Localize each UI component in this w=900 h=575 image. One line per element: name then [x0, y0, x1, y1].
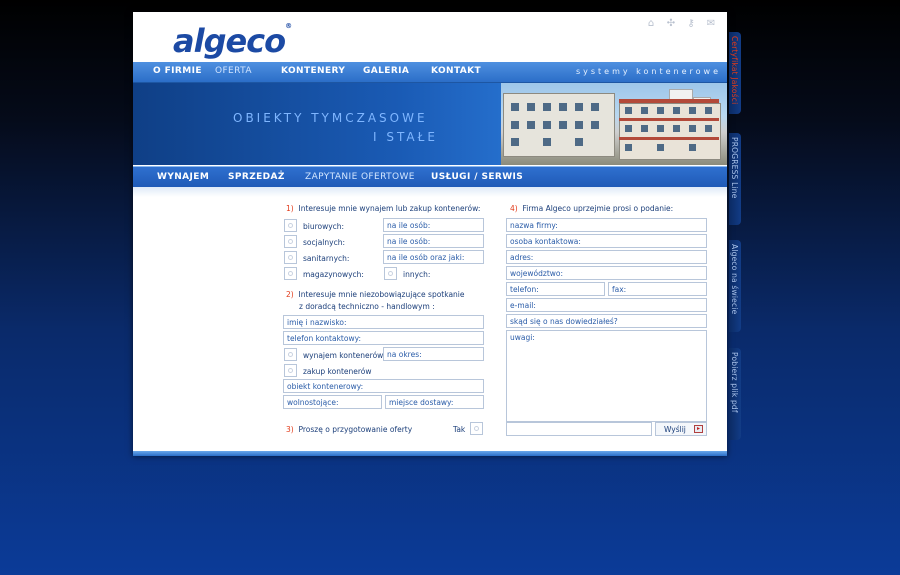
- nav-kontakt[interactable]: KONTAKT: [431, 66, 481, 76]
- nav-oferta[interactable]: OFERTA: [215, 66, 252, 76]
- input-imie-nazwisko[interactable]: imię i nazwisko:: [283, 315, 484, 329]
- side-tab-algeco-na-swiecie[interactable]: Algeco na świecie: [729, 240, 741, 332]
- nav-galeria[interactable]: GALERIA: [363, 66, 409, 76]
- checkbox-innych[interactable]: [384, 267, 397, 280]
- input-email[interactable]: e-mail:: [506, 298, 707, 312]
- label-zakup-kontenerow: zakup kontenerów: [303, 367, 372, 376]
- algeco-logo[interactable]: algeco®: [173, 22, 292, 60]
- subnav-wynajem[interactable]: WYNAJEM: [157, 172, 209, 182]
- label-innych: innych:: [403, 270, 431, 279]
- input-wolnostojace[interactable]: wolnostojące:: [283, 395, 382, 409]
- input-fax[interactable]: fax:: [608, 282, 707, 296]
- subnav-uslugi-serwis[interactable]: USŁUGI / SERWIS: [431, 172, 523, 182]
- send-button[interactable]: Wyślij ▸: [655, 422, 707, 436]
- key-icon[interactable]: ⚷: [685, 18, 697, 29]
- input-obiekt-kontenerowy[interactable]: obiekt kontenerowy:: [283, 379, 484, 393]
- input-biurowych-osob[interactable]: na ile osób:: [383, 218, 484, 232]
- label-socjalnych: socjalnych:: [303, 238, 345, 247]
- input-sanitarnych-osob[interactable]: na ile osób oraz jaki:: [383, 250, 484, 264]
- input-socjalnych-osob[interactable]: na ile osób:: [383, 234, 484, 248]
- checkbox-zakup-kontenerow[interactable]: [284, 364, 297, 377]
- container-building-photo: [501, 83, 727, 165]
- form-area: 1) Interesuje mnie wynajem lub zakup kon…: [133, 187, 727, 451]
- tagline: systemy kontenerowe: [575, 67, 721, 76]
- nav-o-firmie[interactable]: O FIRMIE: [153, 66, 202, 76]
- checkbox-biurowych[interactable]: [284, 219, 297, 232]
- mail-icon[interactable]: ✉: [705, 18, 717, 29]
- label-wynajem-kontenerow: wynajem kontenerów: [303, 351, 384, 360]
- section-1-heading: 1) Interesuje mnie wynajem lub zakup kon…: [286, 204, 481, 213]
- section-2-heading-line-2: z doradcą techniczno - handlowym :: [299, 302, 435, 311]
- input-adres[interactable]: adres:: [506, 250, 707, 264]
- checkbox-magazynowych[interactable]: [284, 267, 297, 280]
- side-tab-certyfikat[interactable]: Certyfikat Jakości: [729, 32, 741, 114]
- nav-kontenery[interactable]: KONTENERY: [281, 66, 345, 76]
- label-sanitarnych: sanitarnych:: [303, 254, 350, 263]
- subnav-sprzedaz[interactable]: SPRZEDAŻ: [228, 172, 285, 182]
- subnav-zapytanie-ofertowe[interactable]: ZAPYTANIE OFERTOWE: [305, 172, 415, 182]
- section-2-heading: 2) Interesuje mnie niezobowiązujące spot…: [286, 290, 465, 299]
- input-nazwa-firmy[interactable]: nazwa firmy:: [506, 218, 707, 232]
- side-tab-progress-line[interactable]: PROGRESS Line: [729, 133, 741, 225]
- sitemap-icon[interactable]: ✣: [665, 18, 677, 29]
- textarea-uwagi[interactable]: uwagi:: [506, 330, 707, 422]
- banner: OBIEKTY TYMCZASOWE I STAŁE: [133, 83, 727, 165]
- input-miejsce-dostawy[interactable]: miejsce dostawy:: [385, 395, 484, 409]
- section-3-heading: 3) Proszę o przygotowanie oferty: [286, 425, 413, 434]
- checkbox-wynajem-kontenerow[interactable]: [284, 348, 297, 361]
- page-container: algeco® ⌂ ✣ ⚷ ✉ O FIRMIE OFERTA KONTENER…: [133, 12, 727, 456]
- checkbox-socjalnych[interactable]: [284, 235, 297, 248]
- input-wojewodztwo[interactable]: województwo:: [506, 266, 707, 280]
- input-osoba-kontaktowa[interactable]: osoba kontaktowa:: [506, 234, 707, 248]
- top-navigation: O FIRMIE OFERTA KONTENERY GALERIA KONTAK…: [133, 62, 727, 83]
- banner-line-2: I STAŁE: [373, 130, 438, 144]
- arrow-right-icon: ▸: [694, 425, 703, 433]
- section-4-heading: 4) Firma Algeco uprzejmie prosi o podani…: [510, 204, 674, 213]
- input-skad-sie-dowiedziales[interactable]: skąd się o nas dowiedziałeś?: [506, 314, 707, 328]
- bottom-strip: [133, 451, 727, 456]
- home-icon[interactable]: ⌂: [645, 18, 657, 29]
- side-tab-pobierz-pdf[interactable]: Pobierz plik pdf: [729, 348, 741, 440]
- input-captcha[interactable]: [506, 422, 652, 436]
- banner-line-1: OBIEKTY TYMCZASOWE: [233, 111, 428, 125]
- checkbox-sanitarnych[interactable]: [284, 251, 297, 264]
- label-tak: Tak: [453, 425, 466, 434]
- sub-navigation: WYNAJEM SPRZEDAŻ ZAPYTANIE OFERTOWE USŁU…: [133, 166, 727, 187]
- input-telefon[interactable]: telefon:: [506, 282, 605, 296]
- input-na-okres[interactable]: na okres:: [383, 347, 484, 361]
- top-icons: ⌂ ✣ ⚷ ✉: [645, 18, 717, 29]
- label-biurowych: biurowych:: [303, 222, 345, 231]
- label-magazynowych: magazynowych:: [303, 270, 364, 279]
- checkbox-tak[interactable]: [470, 422, 483, 435]
- input-telefon-kontaktowy[interactable]: telefon kontaktowy:: [283, 331, 484, 345]
